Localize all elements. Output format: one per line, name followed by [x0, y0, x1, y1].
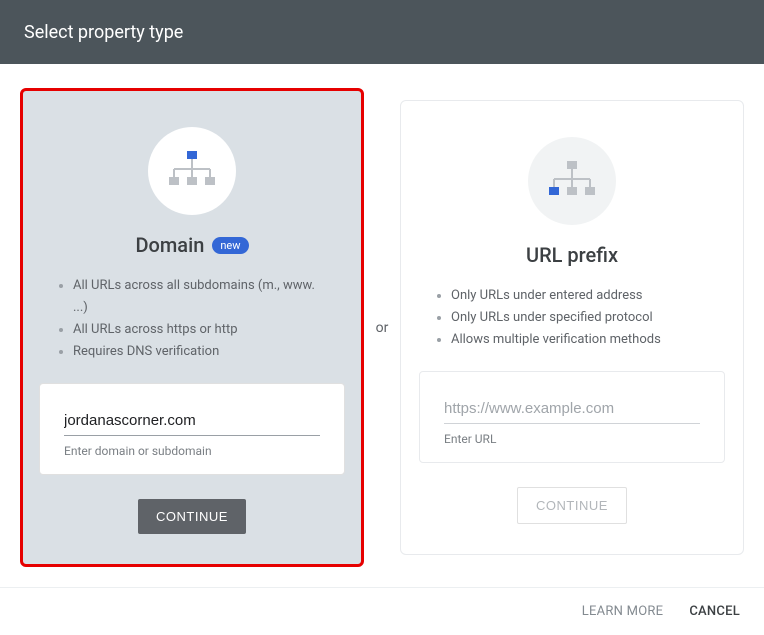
dialog-title: Select property type — [24, 22, 183, 43]
domain-title: Domain — [135, 233, 204, 257]
domain-bullet: All URLs across all subdomains (m., www.… — [73, 275, 331, 319]
dialog-header: Select property type — [0, 0, 764, 64]
url-prefix-bullet: Only URLs under specified protocol — [451, 307, 713, 329]
url-prefix-title-row: URL prefix — [526, 243, 618, 267]
sitemap-icon — [528, 137, 616, 225]
cancel-button[interactable]: CANCEL — [689, 604, 740, 619]
domain-helper: Enter domain or subdomain — [64, 444, 320, 458]
url-prefix-card[interactable]: URL prefix Only URLs under entered addre… — [400, 100, 744, 555]
dialog-footer: LEARN MORE CANCEL — [0, 587, 764, 635]
new-badge: new — [212, 237, 248, 254]
url-prefix-bullet: Allows multiple verification methods — [451, 329, 713, 351]
dialog-content: Domain new All URLs across all subdomain… — [0, 64, 764, 567]
continue-button[interactable]: CONTINUE — [138, 499, 246, 534]
continue-button[interactable]: CONTINUE — [517, 487, 627, 524]
url-helper: Enter URL — [444, 432, 700, 446]
url-input[interactable] — [444, 396, 700, 424]
domain-bullets: All URLs across all subdomains (m., www.… — [23, 275, 361, 363]
learn-more-link[interactable]: LEARN MORE — [582, 604, 664, 619]
domain-input-card: Enter domain or subdomain — [39, 383, 345, 475]
url-prefix-title: URL prefix — [526, 243, 618, 267]
domain-bullet: Requires DNS verification — [73, 341, 331, 363]
domain-input[interactable] — [64, 408, 320, 436]
domain-title-row: Domain new — [135, 233, 248, 257]
domain-card[interactable]: Domain new All URLs across all subdomain… — [20, 88, 364, 567]
domain-bullet: All URLs across https or http — [73, 319, 331, 341]
url-prefix-bullet: Only URLs under entered address — [451, 285, 713, 307]
url-prefix-bullets: Only URLs under entered address Only URL… — [401, 285, 743, 351]
sitemap-icon — [148, 127, 236, 215]
or-separator: or — [364, 320, 400, 336]
url-input-card: Enter URL — [419, 371, 725, 463]
